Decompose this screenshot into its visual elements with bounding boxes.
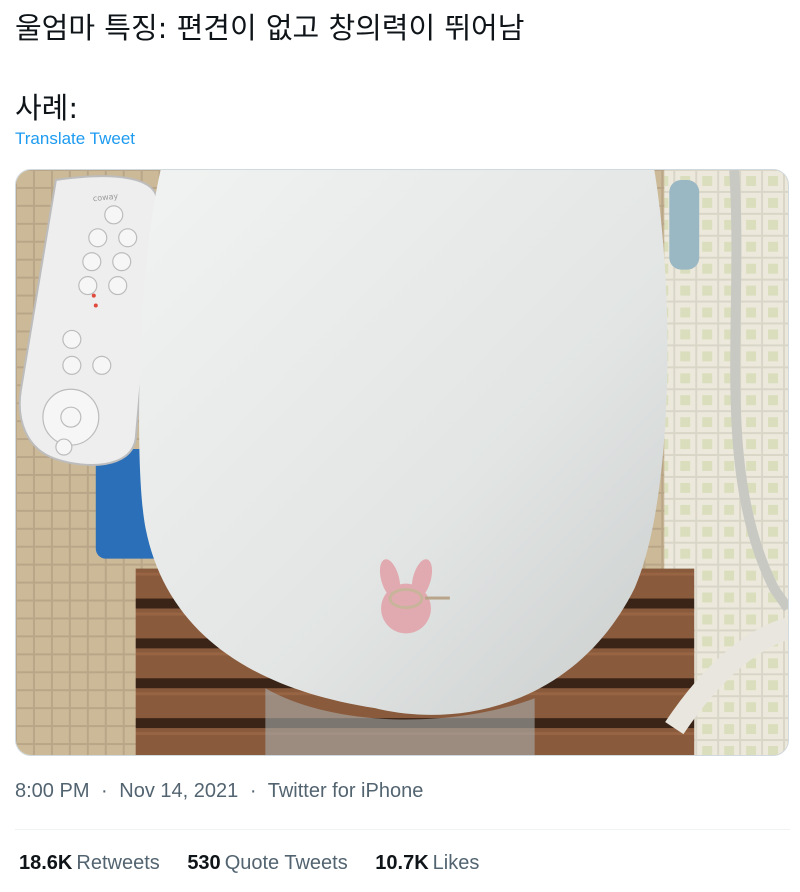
tweet-text-line-1: 울엄마 특징: 편견이 없고 창의력이 뛰어남 bbox=[15, 11, 525, 45]
valve-icon bbox=[669, 179, 700, 270]
tweet-date[interactable]: Nov 14, 2021 bbox=[119, 780, 238, 802]
retweets-stat[interactable]: 18.6K Retweets bbox=[19, 852, 160, 875]
meta-separator: · bbox=[101, 780, 108, 802]
likes-count: 10.7K bbox=[375, 852, 429, 874]
tweet-text: 울엄마 특징: 편견이 없고 창의력이 뛰어남 사례: bbox=[15, 8, 785, 128]
meta-separator: · bbox=[249, 780, 257, 802]
tweet-photo[interactable]: coway bbox=[15, 169, 789, 756]
divider bbox=[15, 829, 790, 830]
tweet-text-line-2: 사례: bbox=[15, 91, 79, 125]
tweet-time[interactable]: 8:00 PM bbox=[15, 780, 89, 802]
retweets-count: 18.6K bbox=[19, 852, 73, 874]
tweet-stats: 18.6K Retweets 530 Quote Tweets 10.7K Likes bbox=[19, 852, 501, 875]
retweets-label: Retweets bbox=[76, 852, 160, 874]
tweet-source[interactable]: Twitter for iPhone bbox=[268, 780, 424, 802]
likes-stat[interactable]: 10.7K Likes bbox=[375, 852, 479, 875]
quote-tweets-count: 530 bbox=[187, 852, 221, 874]
quote-tweets-stat[interactable]: 530 Quote Tweets bbox=[187, 852, 347, 875]
translate-tweet-link[interactable]: Translate Tweet bbox=[15, 129, 135, 149]
likes-label: Likes bbox=[432, 852, 480, 874]
tweet-meta: 8:00 PM · Nov 14, 2021 · Twitter for iPh… bbox=[15, 780, 423, 803]
photo-illustration: coway bbox=[16, 170, 788, 755]
quote-tweets-label: Quote Tweets bbox=[224, 852, 348, 874]
